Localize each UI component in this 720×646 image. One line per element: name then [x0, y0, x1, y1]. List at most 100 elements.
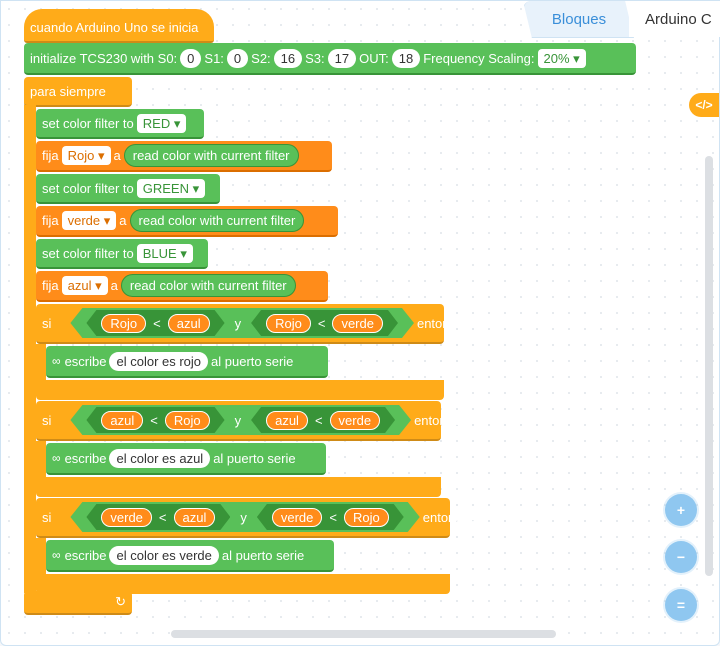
var-reporter[interactable]: verde — [330, 411, 381, 430]
code-view-toggle-icon[interactable]: </> — [689, 93, 719, 117]
if-block-rojo[interactable]: si Rojo < azul y Rojo < verde entonces — [36, 304, 470, 344]
set-var-block-azul[interactable]: fija azul ▾ a read color with current fi… — [36, 271, 328, 302]
set-label: fija — [42, 148, 59, 163]
s1-input[interactable]: 0 — [226, 48, 249, 68]
var-reporter[interactable]: Rojo — [165, 411, 210, 430]
serial-icon: ∞ — [52, 354, 61, 368]
var-reporter[interactable]: verde — [272, 508, 323, 527]
and-condition[interactable]: verde < azul y verde < Rojo — [70, 502, 419, 532]
to-label: a — [119, 213, 127, 228]
and-condition[interactable]: Rojo < azul y Rojo < verde — [70, 308, 414, 338]
read-color-reporter[interactable]: read color with current filter — [120, 274, 296, 297]
var-reporter[interactable]: azul — [174, 508, 216, 527]
less-than-operator: < — [329, 509, 337, 525]
if-arm — [36, 441, 46, 477]
and-label: y — [234, 412, 242, 428]
set-label: fija — [42, 213, 59, 228]
set-filter-label: set color filter to — [42, 245, 134, 261]
vertical-scrollbar[interactable] — [705, 156, 713, 576]
filter-dropdown-green[interactable]: GREEN ▾ — [136, 178, 206, 198]
set-filter-block-green[interactable]: set color filter to GREEN ▾ — [36, 174, 220, 204]
compare-condition[interactable]: verde < azul — [86, 504, 230, 530]
if-arm — [36, 344, 46, 380]
less-than-operator: < — [150, 412, 158, 428]
zoom-out-icon[interactable]: − — [665, 541, 697, 573]
read-color-reporter[interactable]: read color with current filter — [123, 144, 299, 167]
var-reporter[interactable]: Rojo — [344, 508, 389, 527]
set-filter-block-red[interactable]: set color filter to RED ▾ — [36, 109, 204, 139]
var-reporter[interactable]: Rojo — [101, 314, 146, 333]
and-condition[interactable]: azul < Rojo y azul < verde — [70, 405, 411, 435]
message-input[interactable]: el color es rojo — [109, 351, 209, 371]
filter-dropdown-red[interactable]: RED ▾ — [136, 113, 187, 133]
if-label: si — [42, 509, 52, 525]
filter-dropdown-blue[interactable]: BLUE ▾ — [136, 243, 193, 263]
then-label: entonces — [416, 315, 470, 331]
s2-input[interactable]: 16 — [273, 48, 303, 68]
compare-condition[interactable]: Rojo < verde — [251, 310, 398, 336]
serial-icon: ∞ — [52, 548, 61, 562]
var-reporter[interactable]: azul — [266, 411, 308, 430]
zoom-in-icon[interactable]: + — [665, 494, 697, 526]
var-reporter[interactable]: azul — [101, 411, 143, 430]
serial-suffix-label: al puerto serie — [221, 547, 305, 563]
out-label: OUT: — [359, 50, 389, 66]
to-label: a — [110, 278, 118, 293]
forever-label: para siempre — [30, 83, 106, 99]
hat-block-on-start[interactable]: cuando Arduino Uno se inicia — [24, 9, 214, 43]
if-bottom — [36, 477, 441, 497]
serial-print-block-azul[interactable]: ∞ escribe el color es azul al puerto ser… — [46, 443, 326, 475]
compare-condition[interactable]: azul < verde — [251, 407, 395, 433]
set-filter-block-blue[interactable]: set color filter to BLUE ▾ — [36, 239, 208, 269]
s3-input[interactable]: 17 — [327, 48, 357, 68]
compare-condition[interactable]: verde < Rojo — [257, 504, 404, 530]
blocks-workspace[interactable]: Bloques Arduino C </> + − = cuando Ardui… — [0, 0, 720, 646]
loop-arrow-icon: ↻ — [115, 594, 126, 609]
s1-label: S1: — [204, 50, 224, 66]
read-color-reporter[interactable]: read color with current filter — [129, 209, 305, 232]
set-var-block-verde[interactable]: fija verde ▾ a read color with current f… — [36, 206, 338, 237]
forever-arm — [24, 105, 36, 593]
var-reporter[interactable]: azul — [168, 314, 210, 333]
less-than-operator: < — [314, 412, 323, 428]
init-tcs230-block[interactable]: initialize TCS230 with S0: 0 S1: 0 S2: 1… — [24, 43, 636, 75]
print-label: escribe — [64, 353, 107, 369]
if-block-verde[interactable]: si verde < azul y verde < Rojo entonces — [36, 498, 476, 538]
tab-arduino-c[interactable]: Arduino C — [629, 1, 720, 37]
var-dropdown-verde[interactable]: verde ▾ — [61, 211, 117, 230]
if-label: si — [42, 315, 52, 331]
s3-label: S3: — [305, 50, 325, 66]
serial-print-block-verde[interactable]: ∞ escribe el color es verde al puerto se… — [46, 540, 334, 572]
freq-label: Frequency Scaling: — [423, 50, 535, 66]
serial-print-block-rojo[interactable]: ∞ escribe el color es rojo al puerto ser… — [46, 346, 328, 378]
tab-blocks[interactable]: Bloques — [523, 1, 634, 38]
set-var-block-rojo[interactable]: fija Rojo ▾ a read color with current fi… — [36, 141, 332, 172]
forever-bottom: ↻ — [24, 591, 132, 615]
serial-icon: ∞ — [52, 451, 61, 465]
message-input[interactable]: el color es verde — [109, 545, 219, 565]
and-label: y — [240, 509, 247, 525]
s0-input[interactable]: 0 — [180, 48, 202, 68]
message-input[interactable]: el color es azul — [109, 448, 211, 468]
forever-block[interactable]: para siempre — [24, 77, 132, 107]
to-label: a — [113, 148, 121, 163]
print-label: escribe — [64, 547, 107, 563]
horizontal-scrollbar[interactable] — [171, 630, 556, 638]
zoom-reset-icon[interactable]: = — [665, 589, 697, 621]
var-reporter[interactable]: verde — [332, 314, 383, 333]
out-input[interactable]: 18 — [391, 48, 421, 68]
frequency-dropdown[interactable]: 20% ▾ — [537, 48, 586, 68]
var-dropdown-azul[interactable]: azul ▾ — [61, 276, 108, 295]
compare-condition[interactable]: Rojo < azul — [86, 310, 224, 336]
less-than-operator: < — [317, 315, 326, 331]
init-label: initialize TCS230 with S0: — [30, 50, 178, 66]
if-label: si — [42, 412, 52, 428]
var-reporter[interactable]: verde — [101, 508, 152, 527]
var-reporter[interactable]: Rojo — [266, 314, 311, 333]
var-dropdown-rojo[interactable]: Rojo ▾ — [61, 146, 111, 165]
s2-label: S2: — [251, 50, 271, 66]
less-than-operator: < — [158, 509, 167, 525]
compare-condition[interactable]: azul < Rojo — [86, 407, 224, 433]
if-block-azul[interactable]: si azul < Rojo y azul < verde entonces — [36, 401, 467, 441]
then-label: entonces — [422, 509, 476, 525]
